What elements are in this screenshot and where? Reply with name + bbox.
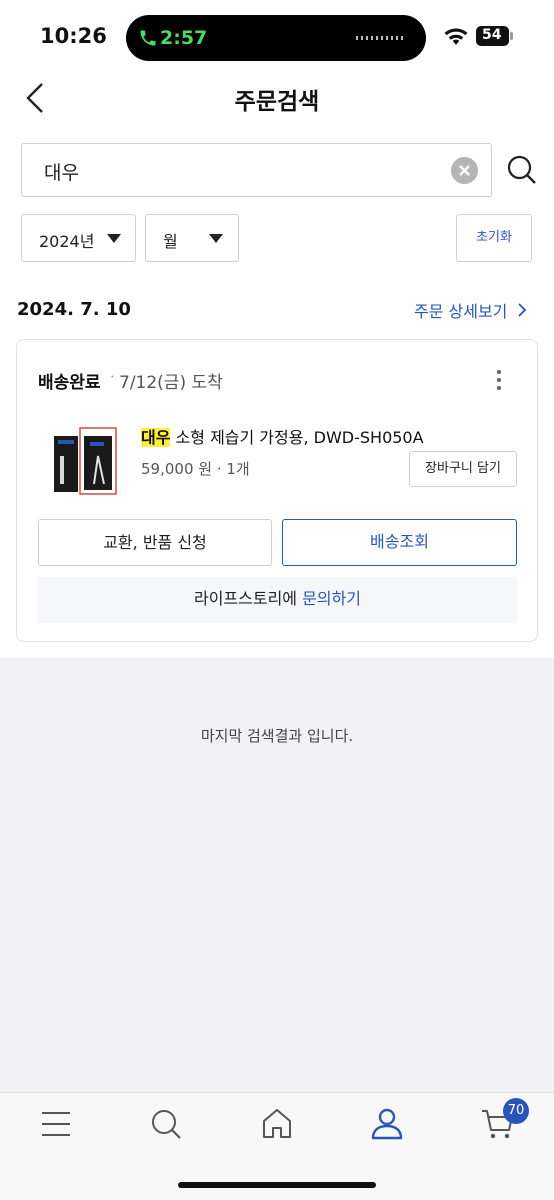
inquiry-link[interactable]: 문의하기 <box>302 589 361 608</box>
cart-count-badge: 70 <box>503 1098 529 1124</box>
delivery-status: 배송완료 <box>38 373 101 393</box>
more-options-icon[interactable] <box>491 368 507 392</box>
inquiry-banner[interactable]: 라이프스토리에 문의하기 <box>38 577 517 623</box>
product-price-quantity: 59,000 원 · 1개 <box>141 460 250 478</box>
order-date: 2024. 7. 10 <box>17 299 131 320</box>
status-time: 10:26 <box>40 24 107 48</box>
product-thumbnail[interactable] <box>50 422 120 496</box>
dynamic-island[interactable]: 2:57 <box>126 15 426 61</box>
search-input[interactable]: 대우 <box>21 143 492 197</box>
year-select[interactable]: 2024년 <box>21 214 136 262</box>
audio-waveform-icon <box>356 36 406 40</box>
year-select-value: 2024년 <box>39 232 95 251</box>
month-select-value: 월 <box>163 232 178 251</box>
home-indicator[interactable] <box>178 1182 376 1188</box>
chevron-down-icon <box>107 234 121 243</box>
wifi-icon <box>444 28 468 45</box>
separator: · <box>110 368 115 386</box>
arrival-date: 7/12(금) 도착 <box>119 373 223 393</box>
home-icon[interactable] <box>259 1106 295 1142</box>
search-query-text: 대우 <box>44 162 79 184</box>
add-to-cart-button[interactable]: 장바구니 담기 <box>409 451 517 487</box>
search-icon[interactable] <box>506 154 538 186</box>
page-title: 주문검색 <box>234 89 320 115</box>
chevron-down-icon <box>209 234 223 243</box>
end-of-results-message: 마지막 검색결과 입니다. <box>200 727 354 745</box>
month-select[interactable]: 월 <box>145 214 239 262</box>
phone-icon <box>140 30 156 46</box>
clear-search-icon[interactable] <box>451 157 478 184</box>
chevron-right-icon[interactable] <box>516 302 528 318</box>
reset-button[interactable]: 초기화 <box>456 214 532 262</box>
search-icon[interactable] <box>148 1106 184 1142</box>
track-delivery-button[interactable]: 배송조회 <box>282 519 517 566</box>
menu-icon[interactable] <box>38 1106 74 1142</box>
product-name[interactable]: 대우 소형 제습기 가정용, DWD-SH050A <box>141 424 424 448</box>
product-name-rest: 소형 제습기 가정용, DWD-SH050A <box>170 428 424 447</box>
inquiry-text: 라이프스토리에 <box>193 589 303 608</box>
call-time: 2:57 <box>160 27 208 49</box>
battery-level: 54 <box>482 27 502 43</box>
order-detail-link[interactable]: 주문 상세보기 <box>414 298 507 322</box>
search-highlight: 대우 <box>141 428 171 447</box>
order-card: 배송완료 · 7/12(금) 도착 대우 소형 제습기 가정용, DWD-SH0… <box>16 339 538 642</box>
user-icon[interactable] <box>369 1106 405 1142</box>
exchange-return-button[interactable]: 교환, 반품 신청 <box>38 519 272 566</box>
